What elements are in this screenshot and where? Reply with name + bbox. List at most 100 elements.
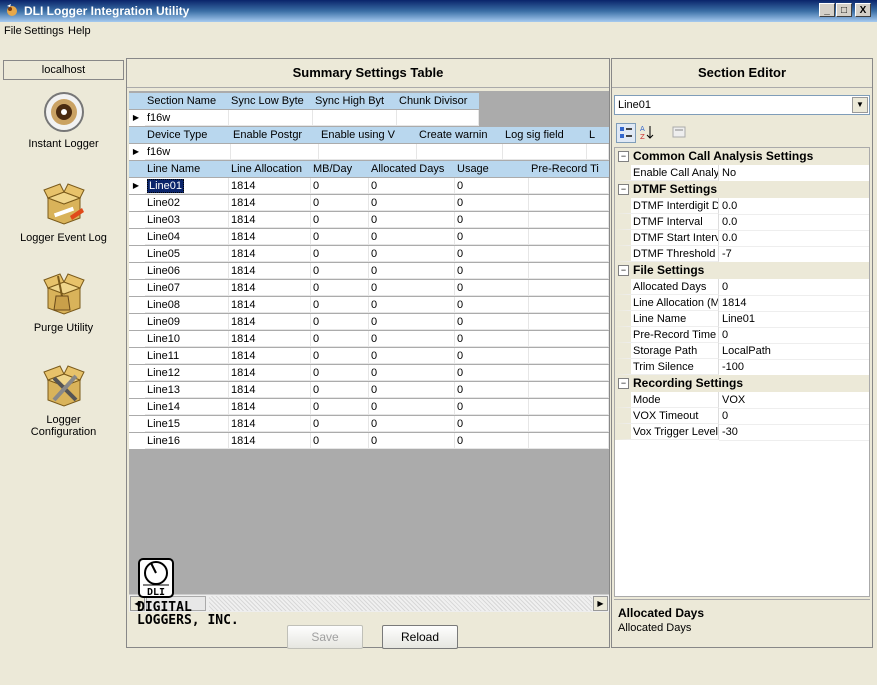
grid-cell[interactable]: Line13 [145, 382, 229, 398]
property-value[interactable]: 0 [719, 279, 869, 296]
grid-cell[interactable]: Line07 [145, 280, 229, 296]
grid-cell[interactable]: 0 [455, 433, 529, 449]
grid-cell[interactable]: 0 [311, 195, 369, 211]
property-row[interactable]: Line Name Line01 [615, 311, 869, 328]
grid-cell[interactable]: 1814 [229, 229, 311, 245]
property-value[interactable]: -100 [719, 359, 869, 376]
property-pages-button[interactable] [670, 123, 690, 143]
grid-cell[interactable]: 0 [311, 246, 369, 262]
menu-settings[interactable]: Settings [24, 22, 64, 41]
grid-cell[interactable]: Line14 [145, 399, 229, 415]
property-row[interactable]: DTMF Interval 0.0 [615, 214, 869, 231]
table-row[interactable]: Line05 1814 0 0 0 [129, 246, 609, 262]
grid-cell[interactable] [529, 178, 609, 194]
grid-cell[interactable] [529, 229, 609, 245]
collapse-icon[interactable]: − [618, 151, 629, 162]
table-row[interactable]: Line14 1814 0 0 0 [129, 399, 609, 415]
table-row[interactable]: Line12 1814 0 0 0 [129, 365, 609, 381]
categorized-view-button[interactable] [616, 123, 636, 143]
grid-cell[interactable]: 0 [369, 399, 455, 415]
grid-cell[interactable] [397, 110, 479, 126]
grid-cell[interactable] [529, 433, 609, 449]
grid-cell[interactable]: 0 [311, 229, 369, 245]
nav-instant-logger[interactable]: Instant Logger [3, 90, 124, 150]
grid-cell[interactable]: 0 [455, 246, 529, 262]
grid-cell[interactable]: 0 [369, 331, 455, 347]
property-value[interactable]: No [719, 165, 869, 182]
grid-cell[interactable]: 0 [369, 212, 455, 228]
property-value[interactable]: 0 [719, 327, 869, 344]
grid-cell[interactable]: 0 [455, 263, 529, 279]
table-row[interactable]: Line04 1814 0 0 0 [129, 229, 609, 245]
grid-cell[interactable]: f16w [145, 110, 229, 126]
grid-cell[interactable]: 1814 [229, 365, 311, 381]
grid-cell[interactable]: 0 [311, 382, 369, 398]
section-select[interactable]: Line01 ▼ [614, 95, 870, 115]
collapse-icon[interactable]: − [618, 184, 629, 195]
property-row[interactable]: VOX Timeout 0 [615, 408, 869, 425]
grid-cell[interactable]: 0 [311, 212, 369, 228]
grid-cell[interactable]: 1814 [229, 382, 311, 398]
minimize-button[interactable]: _ [819, 3, 835, 17]
grid-cell[interactable]: Line15 [145, 416, 229, 432]
property-value[interactable]: 1814 [719, 295, 869, 312]
grid-cell[interactable]: 1814 [229, 178, 311, 194]
property-row[interactable]: Line Allocation (M 1814 [615, 295, 869, 312]
grid-cell[interactable]: 0 [455, 178, 529, 194]
chevron-down-icon[interactable]: ▼ [852, 97, 868, 113]
grid-cell[interactable]: Line05 [145, 246, 229, 262]
grid-cell[interactable]: Line01 [145, 178, 229, 194]
grid-cell[interactable]: Line04 [145, 229, 229, 245]
grid-cell[interactable]: 0 [311, 331, 369, 347]
grid-cell[interactable]: 0 [311, 314, 369, 330]
grid-cell[interactable]: 0 [369, 280, 455, 296]
property-row[interactable]: DTMF Start Interva 0.0 [615, 230, 869, 247]
grid-cell[interactable]: 0 [455, 229, 529, 245]
grid-cell[interactable]: Line02 [145, 195, 229, 211]
property-row[interactable]: DTMF Interdigit De 0.0 [615, 198, 869, 215]
nav-logger-event-log[interactable]: Logger Event Log [3, 180, 124, 244]
table-row[interactable]: Line15 1814 0 0 0 [129, 416, 609, 432]
menu-file[interactable]: File [4, 22, 22, 41]
grid-cell[interactable]: 1814 [229, 399, 311, 415]
grid-cell[interactable]: 0 [369, 195, 455, 211]
grid-cell[interactable]: 1814 [229, 246, 311, 262]
grid-cell[interactable]: 0 [311, 433, 369, 449]
grid-cell[interactable]: 0 [369, 263, 455, 279]
grid-cell[interactable]: 0 [369, 246, 455, 262]
table-row[interactable]: Line06 1814 0 0 0 [129, 263, 609, 279]
grid-cell[interactable]: 1814 [229, 212, 311, 228]
grid-cell[interactable]: 0 [455, 280, 529, 296]
grid-cell[interactable]: Line08 [145, 297, 229, 313]
grid-cell[interactable]: 0 [369, 382, 455, 398]
grid-cell[interactable]: Line09 [145, 314, 229, 330]
grid-cell[interactable] [529, 280, 609, 296]
scroll-track[interactable] [209, 596, 592, 611]
grid-cell[interactable] [231, 144, 319, 160]
collapse-icon[interactable]: − [618, 265, 629, 276]
grid-cell[interactable]: 0 [369, 416, 455, 432]
grid-cell[interactable] [529, 212, 609, 228]
grid-cell[interactable]: 0 [369, 178, 455, 194]
scroll-right-icon[interactable]: ▶ [593, 596, 608, 611]
property-row[interactable]: Mode VOX [615, 392, 869, 409]
table-row[interactable]: Line08 1814 0 0 0 [129, 297, 609, 313]
grid-cell[interactable]: 0 [455, 314, 529, 330]
table-row[interactable]: Line02 1814 0 0 0 [129, 195, 609, 211]
grid-cell[interactable] [503, 144, 587, 160]
grid-cell[interactable]: 0 [455, 212, 529, 228]
grid-cell[interactable]: 0 [455, 399, 529, 415]
grid-cell[interactable]: f16w [145, 144, 231, 160]
grid-cell[interactable] [229, 110, 313, 126]
grid-cell[interactable]: 1814 [229, 280, 311, 296]
grid-cell[interactable]: 0 [369, 229, 455, 245]
maximize-button[interactable]: □ [836, 3, 852, 17]
grid-cell[interactable]: 1814 [229, 314, 311, 330]
section-row[interactable]: ▶ f16w [129, 110, 479, 126]
nav-logger-configuration[interactable]: Logger Configuration [3, 362, 124, 438]
grid-cell[interactable]: 0 [311, 399, 369, 415]
property-row[interactable]: Trim Silence -100 [615, 359, 869, 376]
grid-cell[interactable]: 1814 [229, 433, 311, 449]
grid-cell[interactable]: 0 [455, 331, 529, 347]
table-row[interactable]: Line07 1814 0 0 0 [129, 280, 609, 296]
